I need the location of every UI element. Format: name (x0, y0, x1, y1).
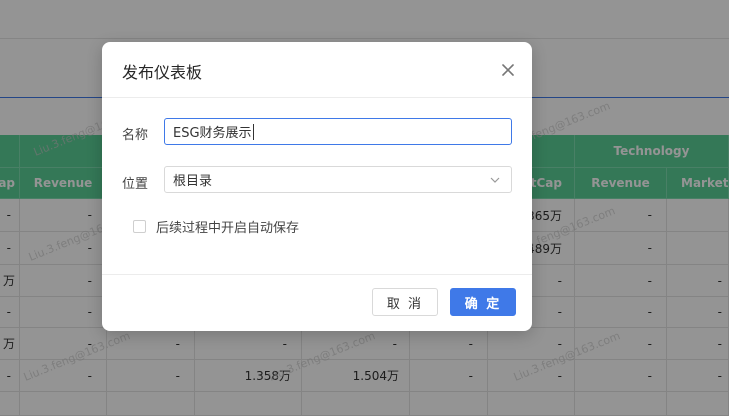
location-select-value: 根目录 (173, 174, 213, 189)
location-label: 位置 (122, 177, 149, 192)
close-icon[interactable] (498, 60, 518, 80)
name-input-value: ESG财务展示 (173, 126, 252, 141)
text-caret (252, 123, 254, 140)
dialog-footer-divider (102, 274, 532, 275)
chevron-down-icon (489, 174, 501, 186)
confirm-button[interactable]: 确 定 (450, 288, 516, 316)
dialog-header-divider (102, 97, 532, 98)
publish-dashboard-dialog: 发布仪表板 名称 ESG财务展示 位置 根目录 后续过程中开启自动保存 取 消 … (102, 42, 532, 331)
autosave-option[interactable]: 后续过程中开启自动保存 (133, 217, 299, 236)
name-label: 名称 (122, 128, 149, 143)
location-select[interactable]: 根目录 (164, 166, 512, 193)
autosave-checkbox[interactable] (133, 220, 146, 233)
cancel-button[interactable]: 取 消 (372, 288, 438, 316)
name-input[interactable]: ESG财务展示 (164, 118, 512, 145)
dialog-title: 发布仪表板 (122, 63, 203, 82)
autosave-label: 后续过程中开启自动保存 (156, 221, 300, 236)
